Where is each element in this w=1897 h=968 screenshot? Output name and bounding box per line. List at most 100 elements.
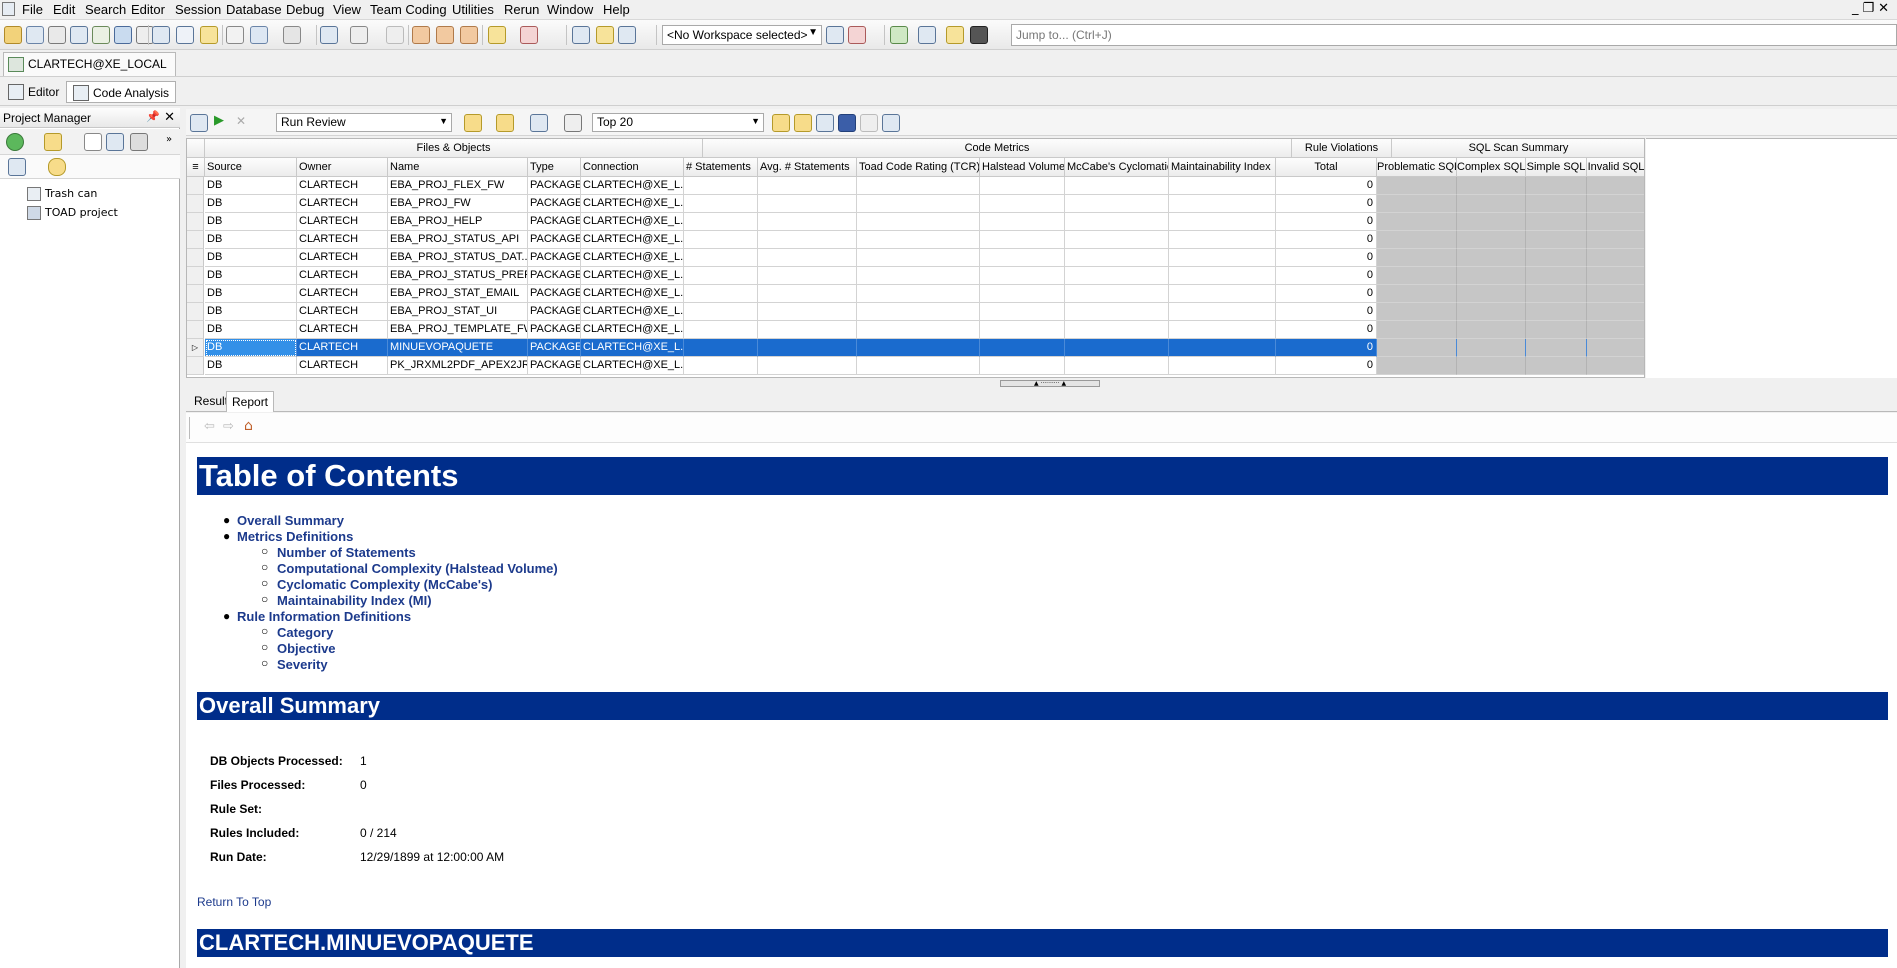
col-maintainability-cell[interactable] xyxy=(1169,321,1276,339)
col-halstead-cell[interactable] xyxy=(980,249,1065,267)
col-source-cell[interactable]: DB xyxy=(205,231,297,249)
col-halstead-cell[interactable] xyxy=(980,213,1065,231)
col-mccabe-cell[interactable] xyxy=(1065,213,1169,231)
col-total-cell[interactable]: 0 xyxy=(1276,231,1377,249)
col-mccabe-cell[interactable] xyxy=(1065,195,1169,213)
col-maintainability-cell[interactable] xyxy=(1169,195,1276,213)
projects-tab-icon[interactable] xyxy=(8,158,26,176)
network-icon[interactable] xyxy=(572,26,590,44)
graduation-cap-icon[interactable] xyxy=(970,26,988,44)
toc-category[interactable]: ○ Category xyxy=(261,624,333,640)
col-avg-statements-cell[interactable] xyxy=(758,285,857,303)
col-statements-cell[interactable] xyxy=(684,285,758,303)
col-name-cell[interactable]: EBA_PROJ_STATUS_DAT... xyxy=(388,249,528,267)
col-owner-cell[interactable]: CLARTECH xyxy=(297,285,388,303)
editor-tab[interactable]: Editor xyxy=(2,81,65,103)
col-invalid-sql-cell[interactable] xyxy=(1587,213,1644,231)
col-owner-cell[interactable]: CLARTECH xyxy=(297,303,388,321)
col-owner-cell[interactable]: CLARTECH xyxy=(297,267,388,285)
col-halstead-cell[interactable] xyxy=(980,285,1065,303)
col-avg-statements-cell[interactable] xyxy=(758,177,857,195)
overflow-icon[interactable]: » xyxy=(166,134,172,145)
tree-item-toad-project[interactable]: TOAD project xyxy=(27,205,118,221)
col-simple-sql-cell[interactable] xyxy=(1526,321,1587,339)
col-avg-statements-cell[interactable] xyxy=(758,231,857,249)
menu-team-coding[interactable]: Team Coding xyxy=(370,2,447,17)
sessions-icon[interactable] xyxy=(152,26,170,44)
col-total-cell[interactable]: 0 xyxy=(1276,177,1377,195)
run-review-select[interactable]: Run Review ▼ xyxy=(276,113,452,132)
col-statements-cell[interactable] xyxy=(684,213,758,231)
filter-icon[interactable] xyxy=(283,26,301,44)
col-statements-cell[interactable] xyxy=(684,177,758,195)
col-connection-cell[interactable]: CLARTECH@XE_L... xyxy=(581,357,684,375)
wand-icon[interactable] xyxy=(488,26,506,44)
col-simple-sql-cell[interactable] xyxy=(1526,213,1587,231)
new-file-icon[interactable] xyxy=(84,133,102,151)
col-problematic-sql-cell[interactable] xyxy=(1377,213,1457,231)
col-invalid-sql-cell[interactable] xyxy=(1587,195,1644,213)
col-simple-sql-cell[interactable] xyxy=(1526,285,1587,303)
menu-edit[interactable]: Edit xyxy=(53,2,75,17)
col-statements-cell[interactable] xyxy=(684,321,758,339)
col-source-cell[interactable]: DB xyxy=(205,177,297,195)
table-row[interactable]: DB CLARTECH EBA_PROJ_FLEX_FW PACKAGE CLARTEC… xyxy=(187,177,1644,195)
col-simple-sql-header[interactable]: Simple SQL xyxy=(1526,158,1587,177)
col-mccabe-cell[interactable] xyxy=(1065,231,1169,249)
col-mccabe-cell[interactable] xyxy=(1065,285,1169,303)
col-avg-statements-header[interactable]: Avg. # Statements xyxy=(758,158,857,177)
col-avg-statements-cell[interactable] xyxy=(758,249,857,267)
table-row[interactable]: DB CLARTECH EBA_PROJ_STATUS_API PACKAGE CLAR… xyxy=(187,231,1644,249)
col-source-cell[interactable]: DB xyxy=(205,285,297,303)
col-tcr-header[interactable]: Toad Code Rating (TCR) xyxy=(857,158,980,177)
layout-icon[interactable] xyxy=(250,26,268,44)
col-tcr-cell[interactable] xyxy=(857,195,980,213)
col-mccabe-cell[interactable] xyxy=(1065,321,1169,339)
col-source-cell[interactable]: DB xyxy=(205,195,297,213)
col-avg-statements-cell[interactable] xyxy=(758,339,857,357)
col-source-cell[interactable]: DB xyxy=(205,213,297,231)
col-problematic-sql-cell[interactable] xyxy=(1377,177,1457,195)
col-connection-header[interactable]: Connection xyxy=(581,158,684,177)
col-complex-sql-cell[interactable] xyxy=(1457,213,1526,231)
edit-file-icon[interactable] xyxy=(106,133,124,151)
monitor-icon[interactable] xyxy=(176,26,194,44)
col-statements-cell[interactable] xyxy=(684,231,758,249)
col-mccabe-cell[interactable] xyxy=(1065,339,1169,357)
col-mccabe-cell[interactable] xyxy=(1065,303,1169,321)
col-tcr-cell[interactable] xyxy=(857,267,980,285)
col-statements-header[interactable]: # Statements xyxy=(684,158,758,177)
col-simple-sql-cell[interactable] xyxy=(1526,249,1587,267)
row-indicator[interactable] xyxy=(187,231,204,249)
col-connection-cell[interactable]: CLARTECH@XE_L... xyxy=(581,177,684,195)
table-row[interactable]: DB CLARTECH PK_JRXML2PDF_APEX2JR... PACKAGE… xyxy=(187,357,1644,375)
save-folder-icon[interactable] xyxy=(496,114,514,132)
col-source-cell[interactable]: DB xyxy=(205,267,297,285)
col-statements-cell[interactable] xyxy=(684,249,758,267)
col-type-cell[interactable]: PACKAGE xyxy=(528,177,581,195)
tab-report[interactable]: Report xyxy=(226,391,275,412)
table-row[interactable]: DB CLARTECH EBA_PROJ_STAT_EMAIL PACKAGE CLAR… xyxy=(187,285,1644,303)
menu-view[interactable]: View xyxy=(333,2,361,17)
col-statements-cell[interactable] xyxy=(684,357,758,375)
col-avg-statements-cell[interactable] xyxy=(758,321,857,339)
connect-icon[interactable] xyxy=(890,26,908,44)
feedback-icon[interactable] xyxy=(918,26,936,44)
remove-icon[interactable] xyxy=(520,26,538,44)
col-type-cell[interactable]: PACKAGE xyxy=(528,357,581,375)
menu-utilities[interactable]: Utilities xyxy=(452,2,494,17)
col-complex-sql-cell[interactable] xyxy=(1457,303,1526,321)
row-indicator[interactable] xyxy=(187,303,204,321)
col-halstead-cell[interactable] xyxy=(980,339,1065,357)
col-connection-cell[interactable]: CLARTECH@XE_L... xyxy=(581,213,684,231)
col-problematic-sql-cell[interactable] xyxy=(1377,357,1457,375)
col-total-cell[interactable]: 0 xyxy=(1276,213,1377,231)
col-halstead-cell[interactable] xyxy=(980,231,1065,249)
col-total-cell[interactable]: 0 xyxy=(1276,267,1377,285)
col-complex-sql-cell[interactable] xyxy=(1457,249,1526,267)
col-connection-cell[interactable]: CLARTECH@XE_L... xyxy=(581,195,684,213)
row-indicator[interactable] xyxy=(187,249,204,267)
table-row[interactable]: DB CLARTECH EBA_PROJ_STATUS_PREF... PACKAGE… xyxy=(187,267,1644,285)
database-tab-icon[interactable] xyxy=(48,158,66,176)
col-type-cell[interactable]: PACKAGE xyxy=(528,195,581,213)
